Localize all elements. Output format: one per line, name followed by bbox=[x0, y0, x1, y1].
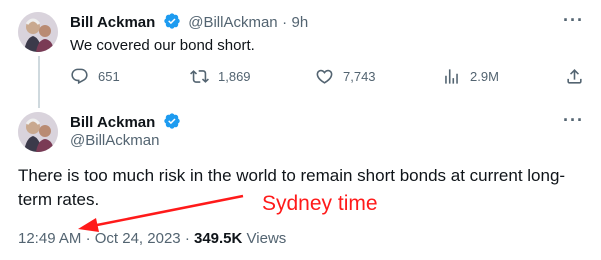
annotation-arrow bbox=[78, 194, 244, 232]
annotation-label: Sydney time bbox=[262, 192, 378, 215]
